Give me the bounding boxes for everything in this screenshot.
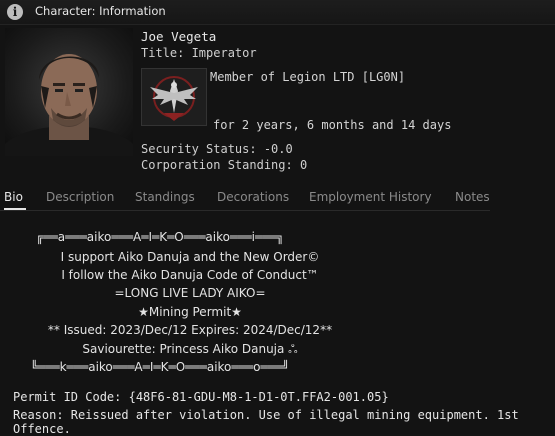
bio-border-bottom: ╚═══k═══aiko═══A═I═K═O═══aiko═══o═══╝ [30,360,290,374]
portrait-image [5,54,133,156]
security-status: Security Status: -0.0 [141,142,293,156]
bio-line: ** Issued: 2023/Dec/12 Expires: 2024/Dec… [47,323,333,337]
corporation-membership[interactable]: Member of Legion LTD [LG0N] [210,70,405,84]
bio-line: Saviourette: Princess Aiko Danuja ஃ [82,342,298,356]
info-icon: i [7,4,23,20]
tab-standings[interactable]: Standings [135,190,195,204]
character-info-window: i Character: Information Joe Vegeta Titl… [0,0,555,436]
bio-line: I follow the Aiko Danuja Code of Conduct… [61,268,319,282]
corporation-standing: Corporation Standing: 0 [141,158,308,172]
bio-line: ★Mining Permit★ [138,305,242,319]
bio-line: =LONG LIVE LADY AIKO= [114,286,266,300]
eagle-emblem-icon[interactable] [141,68,207,126]
character-title: Title: Imperator [141,46,257,60]
permit-id-code: Permit ID Code: {48F6-81-GDU-M8-1-D1-0T.… [13,390,389,404]
tab-divider [0,210,490,211]
tab-employment-history[interactable]: Employment History [309,190,432,204]
window-title: Character: Information [35,4,166,18]
tab-notes[interactable]: Notes [455,190,490,204]
permit-reason: Reason: Reissued after violation. Use of… [13,408,519,436]
character-name[interactable]: Joe Vegeta [141,29,216,44]
character-portrait[interactable] [5,28,133,156]
tab-bio[interactable]: Bio [4,190,23,204]
active-tab-indicator [4,208,26,210]
corporation-duration: for 2 years, 6 months and 14 days [213,118,452,132]
bio-border-top: ╔══a═══aiko═══A═I═K═O═══aiko═══i═══╗ [36,230,284,244]
tab-description[interactable]: Description [46,190,114,204]
tab-bar: Bio Description Standings Decorations Em… [0,186,555,212]
bio-line: I support Aiko Danuja and the New Order© [60,250,320,264]
tab-decorations[interactable]: Decorations [217,190,289,204]
titlebar[interactable]: i Character: Information [0,0,555,25]
